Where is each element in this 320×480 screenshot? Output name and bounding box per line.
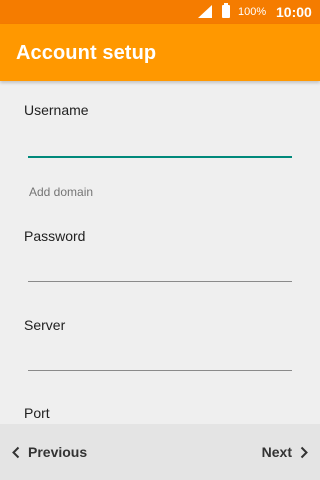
clock: 10:00 [276,4,312,20]
add-domain-link[interactable]: Add domain [29,185,93,199]
username-input[interactable] [28,130,292,156]
port-label: Port [24,405,50,421]
password-label: Password [24,228,86,244]
username-label: Username [24,102,89,118]
server-underline [28,370,292,371]
page-title: Account setup [16,42,157,64]
username-underline [28,156,292,158]
next-button[interactable]: Next [262,424,308,480]
status-bar: 100% 10:00 [0,0,320,24]
signal-icon [198,5,212,18]
chevron-left-icon [12,446,20,458]
password-input[interactable] [28,254,292,280]
previous-button[interactable]: Previous [12,424,87,480]
server-label: Server [24,317,66,333]
next-label: Next [261,444,292,460]
previous-label: Previous [28,444,88,460]
battery-percent: 100% [238,6,267,18]
chevron-right-icon [300,446,308,458]
app-bar: Account setup [0,24,320,81]
password-underline [28,281,292,282]
bottom-nav-bar: Previous Next [0,424,320,480]
server-input[interactable] [28,343,292,369]
battery-icon [222,3,230,18]
